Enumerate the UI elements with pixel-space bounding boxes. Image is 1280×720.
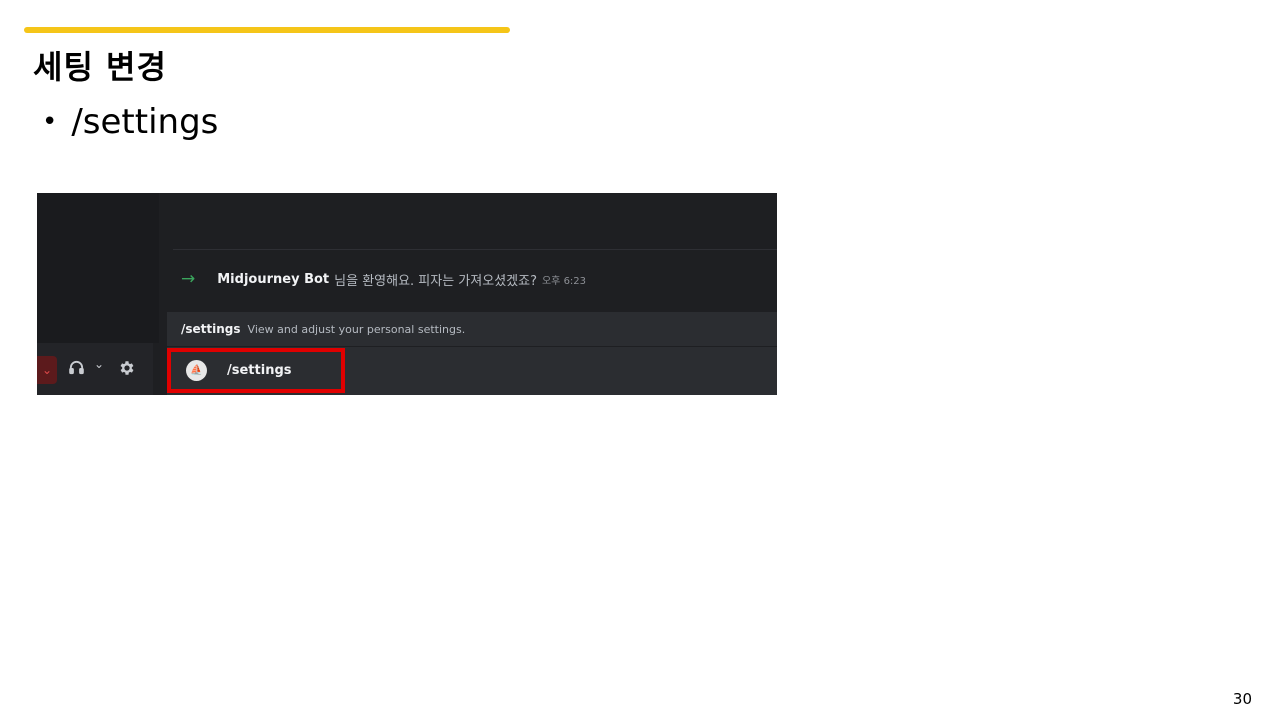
command-suggestion[interactable]: /settings View and adjust your personal … (167, 312, 777, 346)
highlight-box: ⛵ /settings (167, 348, 345, 393)
bullet-dot: • (42, 107, 58, 137)
page-number: 30 (1232, 690, 1252, 708)
chevron-down-icon[interactable]: ⌄ (37, 356, 57, 384)
bot-name[interactable]: Midjourney Bot (217, 272, 329, 287)
suggestion-command: /settings (181, 322, 241, 336)
suggestion-description: View and adjust your personal settings. (247, 322, 466, 336)
message-input[interactable]: ⛵ /settings (167, 346, 777, 395)
accent-bar (24, 27, 510, 33)
message-divider (173, 249, 777, 250)
settings-gear-icon[interactable] (118, 359, 136, 381)
chat-area: → Midjourney Bot 님을 환영해요. 피자는 가져오셨겠죠? 오후… (159, 193, 777, 395)
message-timestamp: 오후 6:23 (541, 275, 587, 287)
server-sidebar (37, 193, 159, 343)
welcome-text: 님을 환영해요. 피자는 가져오셨겠죠? (334, 273, 537, 289)
discord-screenshot: ⌄ ⌄ → Midjourney Bot 님을 환영해요. 피자는 가져오셨겠죠… (37, 193, 777, 395)
bullet-item: • /settings (42, 102, 218, 142)
bullet-text: /settings (71, 102, 219, 142)
join-arrow-icon: → (181, 269, 196, 289)
welcome-message: → Midjourney Bot 님을 환영해요. 피자는 가져오셨겠죠? 오후… (181, 269, 586, 289)
slide-title: 세팅 변경 (33, 48, 167, 86)
headphones-icon[interactable] (68, 359, 85, 380)
user-panel: ⌄ ⌄ (37, 343, 153, 395)
chevron-down-icon[interactable]: ⌄ (94, 357, 104, 371)
bot-avatar-icon: ⛵ (186, 360, 207, 381)
input-command[interactable]: /settings (227, 363, 292, 378)
